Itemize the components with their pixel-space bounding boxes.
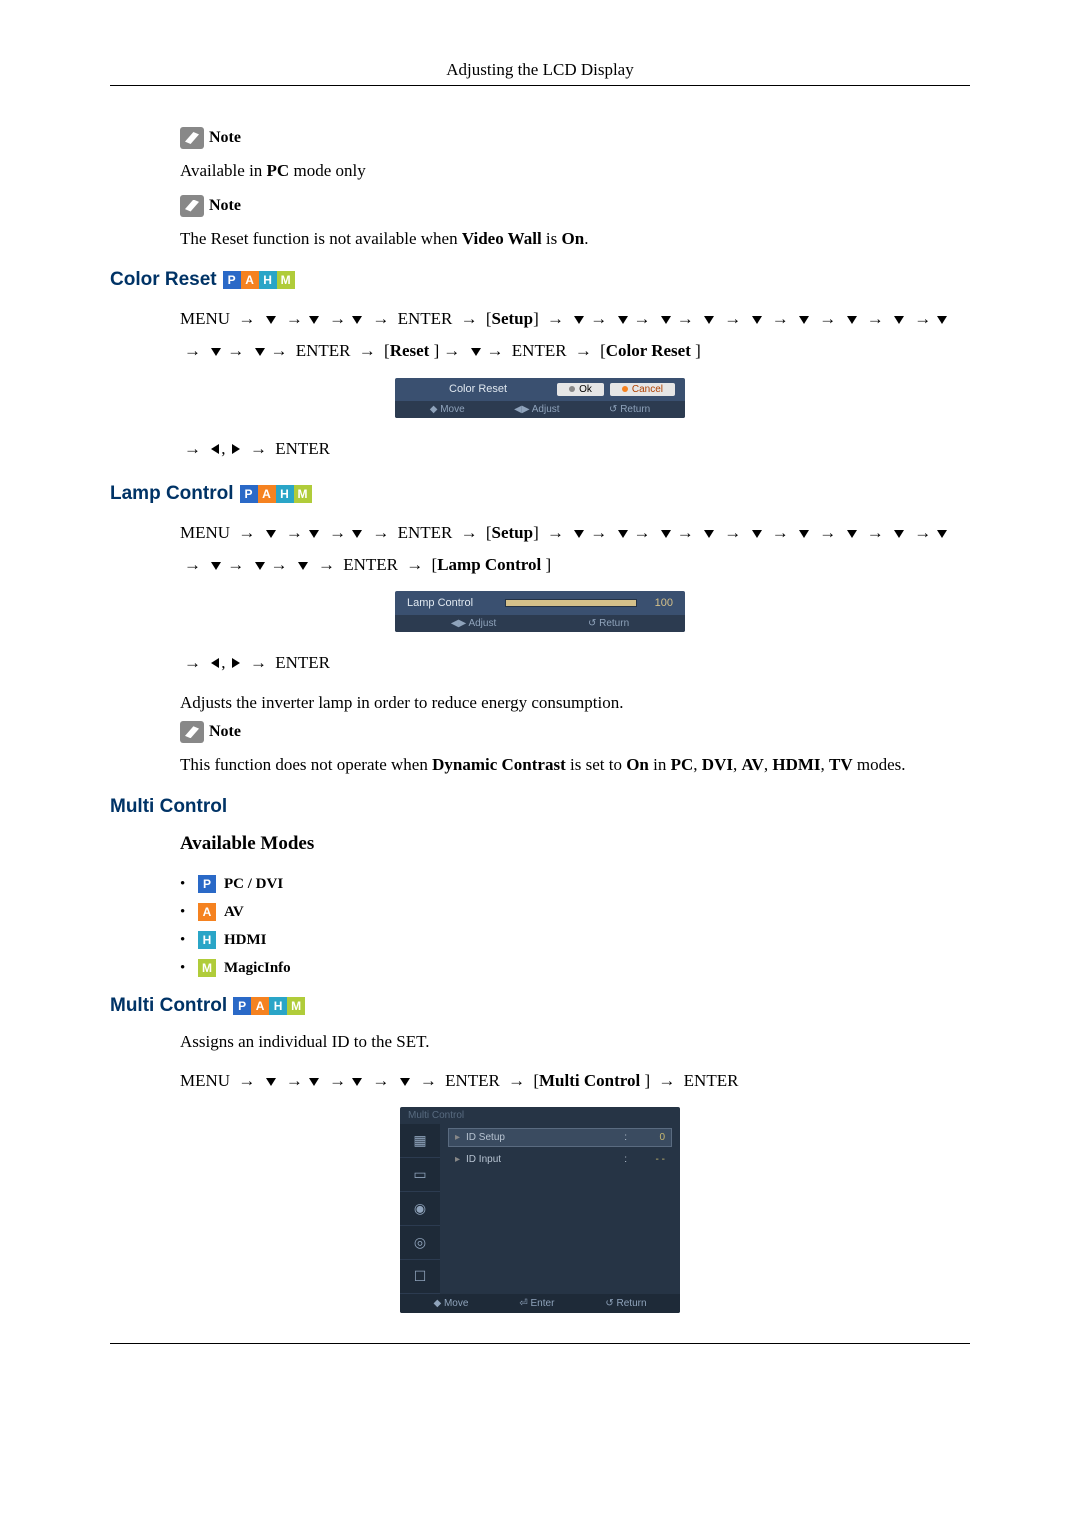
badge-a-icon: A	[251, 997, 269, 1015]
note-label: Note	[209, 126, 241, 150]
osd-cancel-button[interactable]: Cancel	[610, 383, 675, 396]
menu-id-input[interactable]: ▸ ID Input : - -	[448, 1150, 672, 1169]
osd-ok-button[interactable]: Ok	[557, 383, 604, 396]
menu-id-setup[interactable]: ▸ ID Setup : 0	[448, 1128, 672, 1147]
osd-footer-move: ◆ Move	[430, 404, 465, 415]
note-icon	[180, 195, 204, 217]
multi-nav: MENU → → → → → ENTER → [Multi Control ] …	[180, 1065, 970, 1097]
badge-p-icon: P	[233, 997, 251, 1015]
osd-multi-titlebar: Multi Control	[400, 1107, 680, 1124]
sidebar-settings-icon[interactable]: ◉	[400, 1192, 440, 1226]
osd-multi-sidebar: ▦ ▭ ◉ ◎ ☐	[400, 1124, 440, 1294]
multi-control-heading: Multi Control	[110, 796, 970, 818]
badge-h-icon: H	[198, 931, 216, 949]
note-label: Note	[209, 720, 241, 744]
badge-a-icon: A	[258, 485, 276, 503]
badge-h-icon: H	[259, 271, 277, 289]
badge-a-icon: A	[198, 903, 216, 921]
osd-lamp-control: Lamp Control 100 ◀▶ Adjust ↺ Return	[395, 591, 685, 632]
osd-footer-return: ↺ Return	[605, 1298, 646, 1309]
badge-m-icon: M	[287, 997, 305, 1015]
note-label: Note	[209, 194, 241, 218]
multi-desc: Assigns an individual ID to the SET.	[180, 1029, 970, 1055]
osd-footer-adjust: ◀▶ Adjust	[514, 404, 559, 415]
note-icon	[180, 721, 204, 743]
available-modes-heading: Available Modes	[180, 830, 970, 859]
osd-lamp-label: Lamp Control	[407, 597, 497, 609]
note-icon	[180, 127, 204, 149]
badge-h-icon: H	[276, 485, 294, 503]
osd-footer-return: ↺ Return	[588, 618, 629, 629]
badge-p-icon: P	[223, 271, 241, 289]
osd-footer-adjust: ◀▶ Adjust	[451, 618, 496, 629]
badge-p-icon: P	[198, 875, 216, 893]
osd-color-reset: Color Reset Ok Cancel ◆ Move ◀▶ Adjust ↺…	[395, 378, 685, 418]
osd-footer-move: ◆ Move	[433, 1298, 468, 1309]
lamp-nav: MENU → → → → ENTER → [Setup] → → → → → →…	[180, 517, 970, 582]
color-reset-heading: Color Reset P A H M	[110, 269, 970, 291]
lamp-nav2: → , → ENTER	[180, 647, 970, 679]
badge-p-icon: P	[240, 485, 258, 503]
osd-lamp-value: 100	[645, 597, 673, 609]
osd-title: Color Reset	[405, 383, 551, 395]
multi-control-heading-2: Multi Control P A H M	[110, 995, 970, 1017]
note2-text: The Reset function is not available when…	[180, 226, 970, 252]
lamp-note: Note This function does not operate when…	[180, 720, 970, 778]
modes-list: •PPC / DVI •AAV •HHDMI •MMagicInfo	[180, 875, 970, 977]
lamp-control-heading: Lamp Control P A H M	[110, 483, 970, 505]
sidebar-multi-icon[interactable]: ☐	[400, 1260, 440, 1294]
mode-magicinfo: •MMagicInfo	[180, 959, 970, 977]
sidebar-clock-icon[interactable]: ◎	[400, 1226, 440, 1260]
badge-h-icon: H	[269, 997, 287, 1015]
intro-notes: Note Available in PC mode only Note The …	[180, 126, 970, 251]
color-reset-nav2: → , → ENTER	[180, 433, 970, 465]
osd-footer-enter: ⏎ Enter	[519, 1298, 554, 1309]
osd-lamp-slider[interactable]	[505, 599, 637, 607]
badge-m-icon: M	[198, 959, 216, 977]
note1-text: Available in PC mode only	[180, 158, 970, 184]
lamp-desc: Adjusts the inverter lamp in order to re…	[180, 690, 970, 716]
badge-a-icon: A	[241, 271, 259, 289]
badge-m-icon: M	[294, 485, 312, 503]
mode-hdmi: •HHDMI	[180, 931, 970, 949]
page-header: Adjusting the LCD Display	[110, 60, 970, 86]
mode-pc: •PPC / DVI	[180, 875, 970, 893]
color-reset-nav: MENU → → → → ENTER → [Setup] → → → → → →…	[180, 303, 970, 368]
mode-av: •AAV	[180, 903, 970, 921]
sidebar-picture-icon[interactable]: ▦	[400, 1124, 440, 1158]
osd-multi-control: Multi Control ▦ ▭ ◉ ◎ ☐ ▸ ID Setup : 0 ▸…	[400, 1107, 680, 1313]
badge-m-icon: M	[277, 271, 295, 289]
sidebar-image-icon[interactable]: ▭	[400, 1158, 440, 1192]
osd-footer-return: ↺ Return	[609, 404, 650, 415]
bottom-rule	[110, 1343, 970, 1344]
